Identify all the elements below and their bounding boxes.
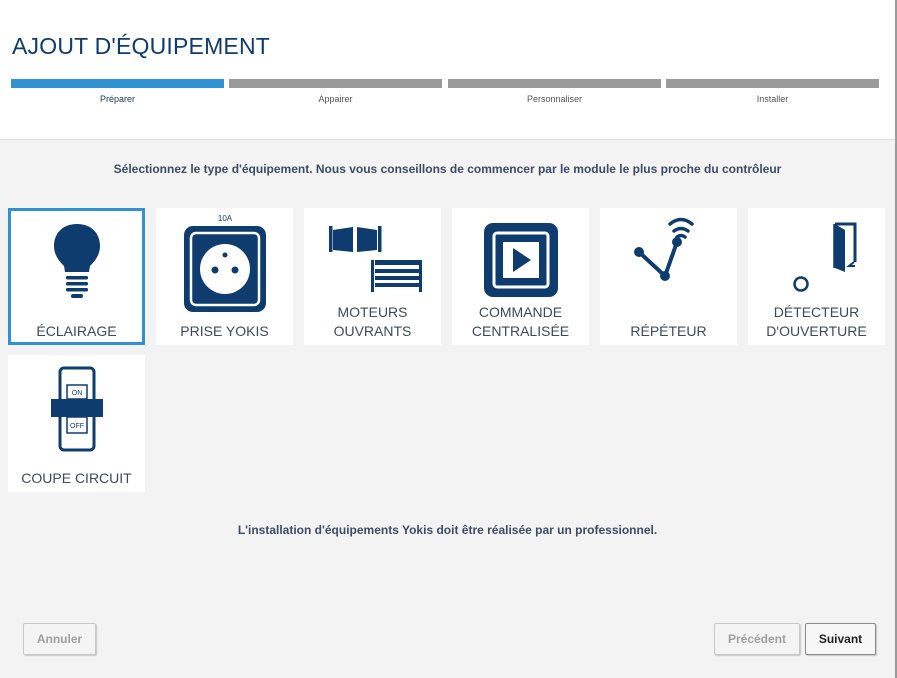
next-button[interactable]: Suivant (805, 623, 876, 655)
progress-steps: Préparer Appairer Personnaliser Installe… (11, 79, 879, 109)
light-bulb-icon (53, 224, 100, 298)
tile-moteurs-ouvrants[interactable]: MOTEURS OUVRANTS (304, 208, 441, 345)
instruction-text: Sélectionnez le type d'équipement. Nous … (113, 162, 782, 176)
header: AJOUT D'ÉQUIPEMENT Préparer Appairer Per… (0, 0, 895, 140)
step-preparer: Préparer (11, 79, 224, 109)
step-bar (448, 79, 661, 88)
cancel-button[interactable]: Annuler (23, 623, 96, 655)
tile-label: COUPE CIRCUIT (21, 470, 132, 486)
previous-button[interactable]: Précédent (714, 623, 800, 655)
tile-prise-yokis[interactable]: 10A PRISE YOKIS (156, 208, 293, 345)
step-installer: Installer (666, 79, 879, 109)
step-label: Préparer (99, 94, 135, 104)
tile-label: RÉPÉTEUR (630, 323, 707, 339)
repeater-icon (633, 217, 694, 281)
tile-label: PRISE YOKIS (180, 323, 269, 339)
door-sensor-icon (792, 222, 856, 292)
tile-commande-centralisee[interactable]: COMMANDE CENTRALISÉE (452, 208, 589, 345)
step-bar (666, 79, 879, 88)
step-personnaliser: Personnaliser (448, 79, 661, 109)
tile-label: DÉTECTEUR D'OUVERTURE (766, 304, 867, 339)
tile-repeteur[interactable]: RÉPÉTEUR (600, 208, 737, 345)
off-label: OFF (70, 423, 84, 430)
tile-coupe-circuit[interactable]: ON OFF COUPE CIRCUIT (8, 355, 145, 492)
socket-badge: 10A (217, 214, 232, 223)
tile-label: ÉCLAIRAGE (36, 323, 117, 339)
professional-install-note: L'installation d'équipements Yokis doit … (237, 523, 658, 537)
step-label: Personnaliser (526, 94, 583, 104)
tile-detecteur-ouverture[interactable]: DÉTECTEUR D'OUVERTURE (748, 208, 885, 345)
step-label: Installer (756, 94, 789, 104)
gate-motors-icon (328, 226, 422, 292)
step-bar (11, 79, 224, 88)
page-title: AJOUT D'ÉQUIPEMENT (12, 33, 271, 59)
tile-label: MOTEURS OUVRANTS (333, 304, 412, 339)
play-control-icon (483, 223, 558, 297)
tile-eclairage[interactable]: ÉCLAIRAGE (8, 208, 145, 345)
step-bar (229, 79, 442, 88)
step-label: Appairer (318, 94, 353, 104)
on-label: ON (71, 390, 82, 397)
circuit-breaker-icon: ON OFF (50, 366, 103, 452)
step-appairer: Appairer (229, 79, 442, 109)
tile-label: COMMANDE CENTRALISÉE (471, 304, 570, 339)
power-socket-icon: 10A (183, 214, 266, 312)
